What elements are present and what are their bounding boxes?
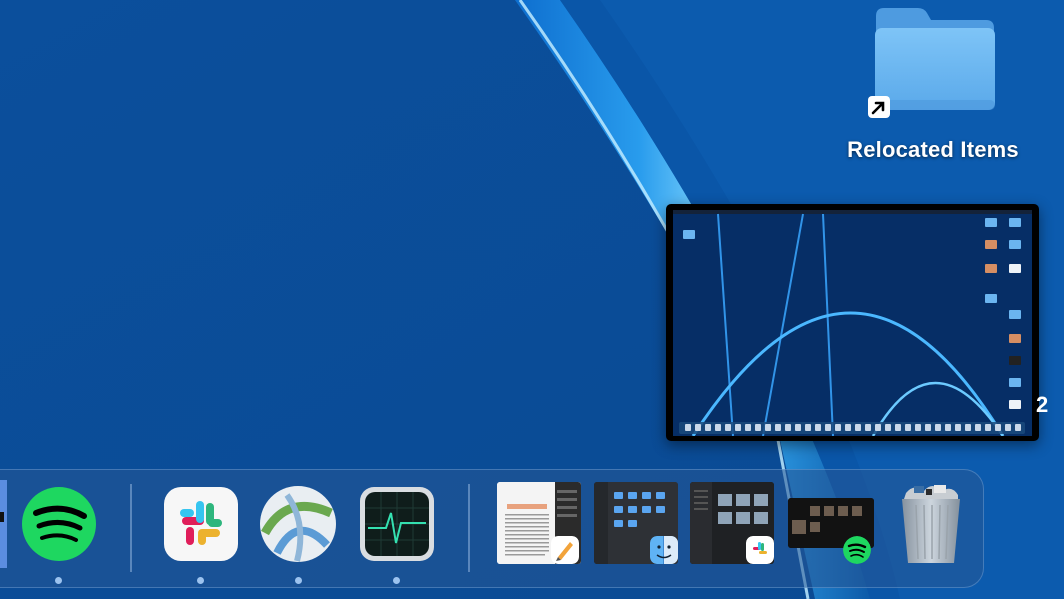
spotify-badge-icon (843, 536, 871, 564)
slack-icon[interactable] (160, 483, 242, 565)
alias-arrow-icon (868, 96, 890, 118)
desktop: Relocated Items 2 (0, 0, 1064, 599)
running-indicator (55, 577, 62, 584)
partial-app-icon[interactable] (0, 480, 7, 568)
running-indicator (295, 577, 302, 584)
finder-window-thumbnail[interactable] (594, 482, 678, 564)
spotify-icon[interactable] (18, 483, 100, 565)
relocated-items-folder[interactable]: Relocated Items (830, 4, 1036, 174)
screenshot-preview-image (673, 210, 1032, 436)
finder-badge-icon (650, 536, 678, 564)
slack-window-thumbnail[interactable] (690, 482, 774, 564)
activity-monitor-icon[interactable] (356, 483, 438, 565)
edge-glyph: 2 (1036, 392, 1049, 417)
running-indicator (197, 577, 204, 584)
network-app-icon[interactable] (257, 483, 339, 565)
pages-badge-icon (551, 536, 579, 564)
trash-icon[interactable] (890, 483, 972, 565)
folder-label: Relocated Items (847, 137, 1019, 162)
running-indicator (393, 577, 400, 584)
screenshot-thumbnail[interactable] (666, 204, 1039, 441)
dock-separator (130, 484, 132, 572)
slack-badge-icon (746, 536, 774, 564)
dock-separator (468, 484, 470, 572)
pages-document-thumbnail[interactable] (497, 482, 581, 564)
